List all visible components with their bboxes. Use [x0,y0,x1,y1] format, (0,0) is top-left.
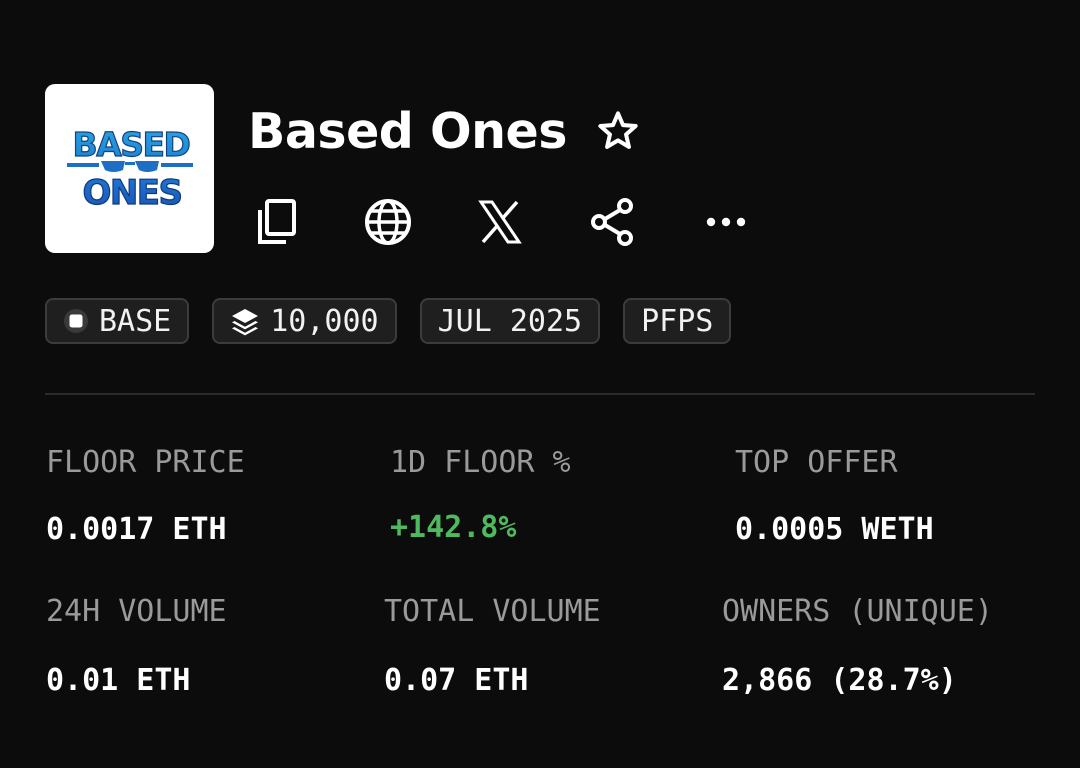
copy-icon[interactable] [248,190,304,254]
title-row: Based Ones [248,98,643,164]
layers-icon [230,306,260,336]
divider [45,393,1035,395]
x-icon[interactable] [472,190,528,254]
share-icon[interactable] [584,190,640,254]
more-icon[interactable] [698,190,754,254]
top-offer-label: TOP OFFER [735,445,898,480]
volume-24h-label: 24H VOLUME [46,594,227,629]
owners-label: OWNERS (UNIQUE) [722,594,993,629]
category-label: PFPS [641,303,714,339]
owners-value: 2,866 (28.7%) [722,663,957,698]
logo-text-top: BASED [73,125,190,164]
star-icon[interactable] [593,106,643,156]
collection-logo: BASED ONES [45,84,214,253]
collection-name: Based Ones [248,102,567,160]
total-volume-label: TOTAL VOLUME [384,594,601,629]
base-chain-icon [63,308,89,334]
date-label: JUL 2025 [437,303,583,339]
floor-price-label: FLOOR PRICE [46,445,245,480]
supply-tag[interactable]: 10,000 [212,298,397,344]
floor-price-value: 0.0017 ETH [46,512,227,547]
floor-change-value: +142.8% [390,510,517,545]
top-offer-value: 0.0005 WETH [735,512,934,547]
chain-label: BASE [99,303,172,339]
volume-24h-value: 0.01 ETH [46,663,191,698]
total-volume-value: 0.07 ETH [384,663,529,698]
logo-text-bottom: ONES [82,173,181,213]
globe-icon[interactable] [360,190,416,254]
chain-tag[interactable]: BASE [45,298,190,344]
category-tag[interactable]: PFPS [623,298,732,344]
floor-change-label: 1D FLOOR % [390,445,571,480]
supply-label: 10,000 [270,303,379,339]
tag-row: BASE 10,000 JUL 2025 PFPS [45,298,732,344]
date-tag[interactable]: JUL 2025 [419,298,601,344]
